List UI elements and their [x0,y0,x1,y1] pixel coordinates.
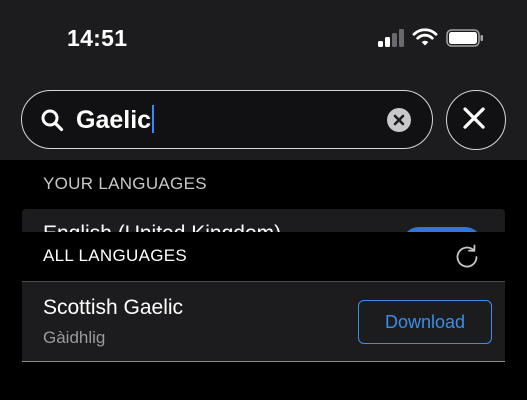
battery-icon [446,29,483,47]
language-native-name: Gàidhlig [43,328,106,347]
search-icon [41,109,64,132]
search-query: Gaelic [76,106,152,134]
wifi-icon [412,28,438,46]
text-caret [152,105,155,133]
language-row-english[interactable]: English (United Kingdom) [22,209,505,233]
close-icon [463,107,485,129]
clear-icon[interactable] [387,108,411,132]
language-row-scottish-gaelic[interactable]: Scottish Gaelic Gàidhlig Download [22,282,505,362]
all-languages-section-header: ALL LANGUAGES [22,232,505,282]
search-field[interactable]: Gaelic [21,90,433,149]
cellular-signal-icon [378,29,404,47]
all-languages-header: ALL LANGUAGES [43,246,188,265]
close-search-button[interactable] [446,90,506,150]
status-time: 14:51 [67,25,128,51]
refresh-icon[interactable] [452,242,482,272]
your-languages-header: YOUR LANGUAGES [43,174,207,193]
download-button[interactable]: Download [358,300,492,344]
search-input[interactable]: Gaelic [76,105,155,135]
language-name: Scottish Gaelic [43,296,184,319]
